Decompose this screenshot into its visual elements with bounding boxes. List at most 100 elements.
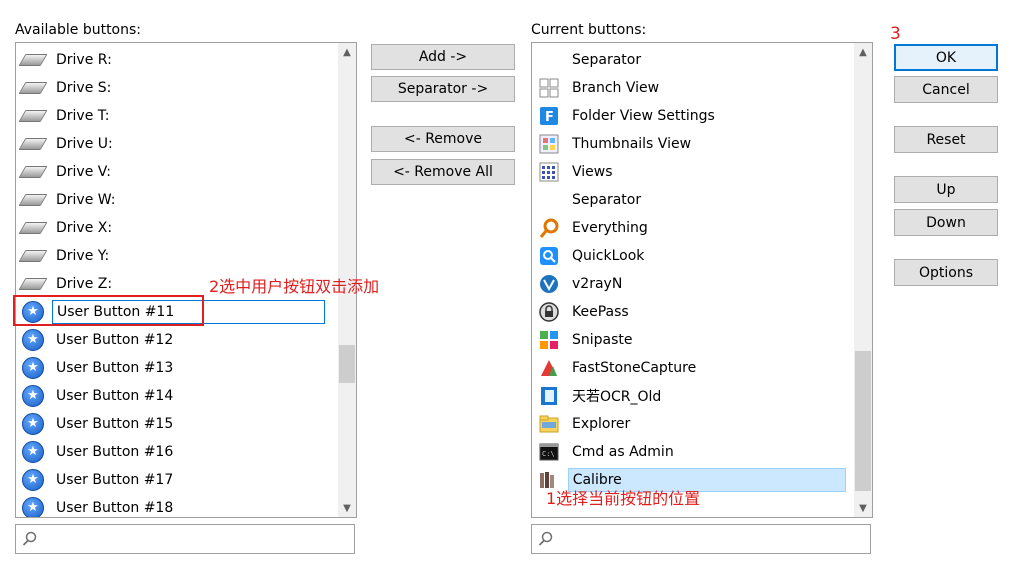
down-button[interactable]: Down — [894, 209, 998, 236]
user-button-star-icon: ★ — [22, 441, 44, 463]
add-separator-button[interactable]: Separator -> — [371, 76, 515, 102]
available-list-item-label: Drive T: — [56, 108, 110, 124]
available-list-item[interactable]: Drive X: — [18, 214, 330, 242]
cancel-button[interactable]: Cancel — [894, 76, 998, 103]
up-button[interactable]: Up — [894, 176, 998, 203]
current-list-item-label: FastStoneCapture — [572, 360, 697, 376]
available-list-item[interactable]: Drive W: — [18, 186, 330, 214]
reset-button[interactable]: Reset — [894, 126, 998, 153]
drive-icon — [18, 105, 48, 127]
available-list-item[interactable]: Drive S: — [18, 74, 330, 102]
current-list-item-label: Snipaste — [572, 332, 633, 348]
explorer-icon — [538, 413, 560, 435]
available-list-item[interactable]: ★ User Button #12 — [20, 326, 330, 354]
drive-icon — [18, 133, 48, 155]
current-list-item[interactable]: F Folder View Settings — [536, 102, 846, 130]
current-list-item-label: KeePass — [572, 304, 629, 320]
drive-icon — [18, 189, 48, 211]
current-list-item-label: v2rayN — [572, 276, 623, 292]
annotation-step1: 1选择当前按钮的位置 — [546, 489, 701, 508]
scrollbar-thumb[interactable] — [339, 345, 355, 383]
svg-text:C:\: C:\ — [542, 450, 555, 458]
user-button-star-icon: ★ — [22, 497, 44, 517]
current-list-item[interactable]: Views — [536, 158, 846, 186]
available-list-item-label: Drive Y: — [56, 248, 110, 264]
remove-button[interactable]: <- Remove — [371, 126, 515, 152]
annotation-step2: 2选中用户按钮双击添加 — [209, 277, 380, 296]
add-button[interactable]: Add -> — [371, 44, 515, 70]
user-button-star-icon: ★ — [22, 385, 44, 407]
scrollbar-thumb[interactable] — [855, 351, 871, 491]
empty-icon-slot — [538, 189, 560, 211]
user-button-star-icon: ★ — [22, 413, 44, 435]
annotation-highlight-box — [13, 295, 204, 326]
current-list-item[interactable]: KeePass — [536, 298, 846, 326]
current-list-item-label: QuickLook — [572, 248, 645, 264]
available-list-item-label: Drive V: — [56, 164, 111, 180]
search-icon — [22, 531, 37, 546]
scroll-up-arrow-icon[interactable]: ▲ — [854, 43, 872, 61]
available-list-item[interactable]: ★ User Button #16 — [20, 438, 330, 466]
current-list-item-label: Branch View — [572, 80, 660, 96]
drive-icon — [18, 245, 48, 267]
current-list-item[interactable]: v2rayN — [536, 270, 846, 298]
available-list-item-label: User Button #15 — [56, 416, 174, 432]
available-list-item-label: Drive S: — [56, 80, 112, 96]
current-search-input[interactable] — [531, 524, 871, 554]
quicklook-icon — [538, 245, 560, 267]
current-list-item[interactable]: QuickLook — [536, 242, 846, 270]
available-list-item[interactable]: ★ User Button #15 — [20, 410, 330, 438]
ok-button[interactable]: OK — [894, 44, 998, 71]
current-list-item[interactable]: Explorer — [536, 410, 846, 438]
available-list-item[interactable]: ★ User Button #17 — [20, 466, 330, 494]
current-list-item-label: Thumbnails View — [572, 136, 692, 152]
current-list-item[interactable]: Branch View — [536, 74, 846, 102]
available-list-item[interactable]: Drive T: — [18, 102, 330, 130]
user-button-star-icon: ★ — [22, 357, 44, 379]
current-list-item[interactable]: FastStoneCapture — [536, 354, 846, 382]
scroll-up-arrow-icon[interactable]: ▲ — [338, 43, 356, 61]
remove-all-button[interactable]: <- Remove All — [371, 159, 515, 185]
available-list-item-label: Drive X: — [56, 220, 113, 236]
current-list-item-label: Explorer — [572, 416, 631, 432]
current-list-item[interactable]: C:\ Cmd as Admin — [536, 438, 846, 466]
scroll-down-arrow-icon[interactable]: ▼ — [338, 499, 356, 517]
available-list-item-label: User Button #12 — [56, 332, 174, 348]
keepass-icon — [538, 301, 560, 323]
available-list-item-label: User Button #17 — [56, 472, 174, 488]
available-list-item[interactable]: ★ User Button #14 — [20, 382, 330, 410]
current-list-item[interactable]: 天若OCR_Old — [536, 382, 846, 410]
available-list-item-label: Drive W: — [56, 192, 116, 208]
current-list-item[interactable]: Snipaste — [536, 326, 846, 354]
current-list-item[interactable]: Separator — [536, 46, 846, 74]
v2rayn-icon — [538, 273, 560, 295]
options-button[interactable]: Options — [894, 259, 998, 286]
current-list-item[interactable]: Thumbnails View — [536, 130, 846, 158]
empty-icon-slot — [538, 49, 560, 71]
available-list-item-label: User Button #18 — [56, 500, 174, 516]
branch-view-icon — [538, 77, 560, 99]
available-list-item[interactable]: ★ User Button #18 — [20, 494, 330, 517]
current-list-item-label: Everything — [572, 220, 648, 236]
folder-view-settings-icon: F — [538, 105, 560, 127]
available-list-item-label: Drive U: — [56, 136, 113, 152]
available-list-item[interactable]: Drive U: — [18, 130, 330, 158]
available-list-item[interactable]: Drive R: — [18, 46, 330, 74]
current-list-item[interactable]: Separator — [536, 186, 846, 214]
everything-icon — [538, 217, 560, 239]
available-search-input[interactable] — [15, 524, 355, 554]
current-list-scrollbar[interactable]: ▲ ▼ — [854, 43, 872, 517]
current-list-item-label: Separator — [572, 192, 642, 208]
current-list-item-label: Folder View Settings — [572, 108, 715, 124]
available-list-item[interactable]: ★ User Button #13 — [20, 354, 330, 382]
available-list-item-label: Drive Z: — [56, 276, 113, 292]
current-list-item-label: Cmd as Admin — [572, 444, 674, 460]
available-list-item[interactable]: Drive Y: — [18, 242, 330, 270]
current-list-item[interactable]: Everything — [536, 214, 846, 242]
available-list-item[interactable]: Drive V: — [18, 158, 330, 186]
current-buttons-list[interactable]: Separator Branch View F Folder View Setting… — [531, 42, 873, 518]
faststone-capture-icon — [538, 357, 560, 379]
current-list-item-label: Views — [572, 164, 613, 180]
scroll-down-arrow-icon[interactable]: ▼ — [854, 499, 872, 517]
drive-icon — [18, 161, 48, 183]
